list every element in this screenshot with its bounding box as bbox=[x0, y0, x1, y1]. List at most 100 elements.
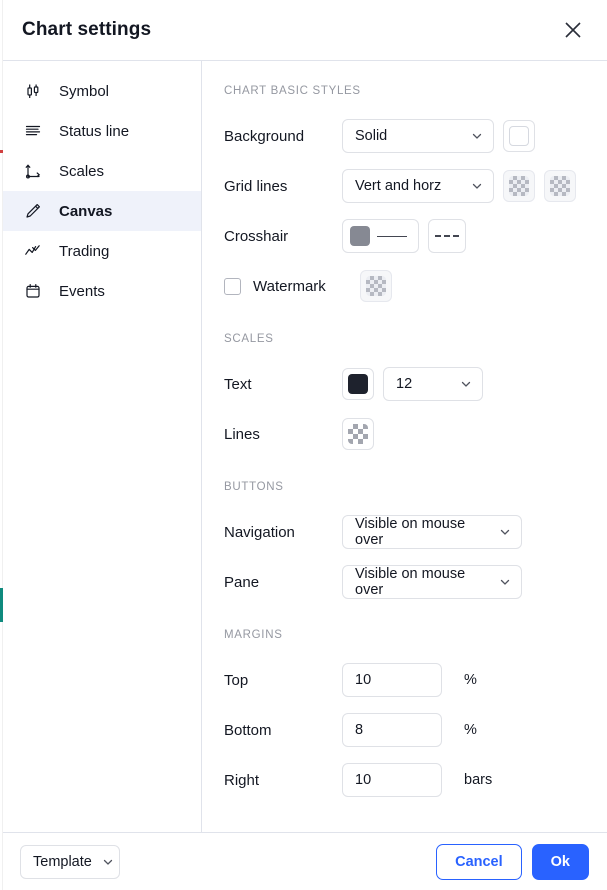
row-pane: Pane Visible on mouse over bbox=[224, 557, 587, 607]
crosshair-color-line-button[interactable] bbox=[342, 219, 419, 253]
sidebar-item-label: Symbol bbox=[59, 82, 110, 100]
row-background: Background Solid bbox=[224, 111, 587, 161]
scales-lines-label: Lines bbox=[224, 425, 260, 443]
margin-top-input[interactable] bbox=[342, 663, 442, 697]
crosshair-dash-style-button[interactable] bbox=[428, 219, 466, 253]
chevron-down-icon bbox=[471, 180, 483, 192]
color-preview bbox=[348, 374, 368, 394]
dialog-header: Chart settings bbox=[0, 0, 607, 60]
pane-visibility-value: Visible on mouse over bbox=[355, 566, 466, 598]
color-preview bbox=[509, 126, 529, 146]
row-navigation: Navigation Visible on mouse over bbox=[224, 507, 587, 557]
scales-text-size-select[interactable]: 12 bbox=[383, 367, 483, 401]
transparent-color-preview bbox=[366, 276, 386, 296]
scales-text-color-swatch[interactable] bbox=[342, 368, 374, 400]
margin-top-label: Top bbox=[224, 671, 249, 689]
ok-button[interactable]: Ok bbox=[531, 843, 589, 880]
background-label: Background bbox=[224, 127, 305, 145]
sidebar-item-status-line[interactable]: Status line bbox=[0, 111, 201, 151]
row-scales-lines: Lines bbox=[224, 409, 587, 459]
row-watermark: Watermark bbox=[224, 261, 587, 311]
sidebar-item-label: Events bbox=[59, 282, 105, 300]
crosshair-label: Crosshair bbox=[224, 227, 289, 245]
navigation-visibility-select[interactable]: Visible on mouse over bbox=[342, 515, 522, 549]
settings-content: Chart basic styles Background Solid bbox=[202, 61, 607, 832]
candlestick-icon bbox=[22, 80, 44, 102]
sidebar-item-canvas[interactable]: Canvas bbox=[0, 191, 201, 231]
close-button[interactable] bbox=[555, 12, 591, 48]
background-type-select[interactable]: Solid bbox=[342, 119, 494, 153]
background-type-value: Solid bbox=[355, 128, 388, 144]
transparent-color-preview bbox=[550, 176, 570, 196]
section-title-basic-styles: Chart basic styles bbox=[224, 85, 361, 97]
grid-lines-label: Grid lines bbox=[224, 177, 288, 195]
cancel-button[interactable]: Cancel bbox=[436, 843, 522, 880]
sidebar: Symbol Status line Scales Canvas Trading… bbox=[0, 61, 202, 832]
pencil-icon bbox=[22, 200, 44, 222]
row-margin-bottom: Bottom % bbox=[224, 705, 587, 755]
row-margin-top: Top % bbox=[224, 655, 587, 705]
transparent-color-preview bbox=[348, 424, 368, 444]
chevron-down-icon bbox=[460, 378, 472, 390]
chevron-down-icon bbox=[499, 576, 511, 588]
watermark-checkbox[interactable] bbox=[224, 277, 241, 295]
margin-bottom-input[interactable] bbox=[342, 713, 442, 747]
pane-visibility-select[interactable]: Visible on mouse over bbox=[342, 565, 522, 599]
scales-lines-color-swatch[interactable] bbox=[342, 418, 374, 450]
margin-right-label: Right bbox=[224, 771, 260, 789]
calendar-icon bbox=[22, 280, 44, 302]
margin-bottom-unit: % bbox=[464, 722, 477, 738]
sidebar-item-label: Trading bbox=[59, 242, 110, 260]
page-bleed-marker-2 bbox=[0, 150, 3, 153]
background-color-swatch[interactable] bbox=[503, 120, 535, 152]
sidebar-item-label: Canvas bbox=[59, 202, 113, 220]
chart-settings-dialog: Chart settings Symbol Status line Scales… bbox=[0, 0, 607, 890]
status-line-icon bbox=[22, 120, 44, 142]
template-dropdown[interactable]: Template bbox=[20, 844, 120, 879]
grid-lines-horz-color-swatch[interactable] bbox=[544, 170, 576, 202]
grid-lines-vert-color-swatch[interactable] bbox=[503, 170, 535, 202]
row-margin-right: Right bars bbox=[224, 755, 587, 805]
section-title-margins: Margins bbox=[224, 629, 283, 641]
row-crosshair: Crosshair bbox=[224, 211, 587, 261]
margin-bottom-label: Bottom bbox=[224, 721, 272, 739]
margin-top-unit: % bbox=[464, 672, 477, 688]
chevron-down-icon bbox=[102, 856, 114, 868]
navigation-visibility-value: Visible on mouse over bbox=[355, 516, 466, 548]
chevron-down-icon bbox=[499, 526, 511, 538]
sidebar-item-events[interactable]: Events bbox=[0, 271, 201, 311]
page-bleed-marker bbox=[0, 588, 3, 622]
transparent-color-preview bbox=[509, 176, 529, 196]
navigation-label: Navigation bbox=[224, 523, 295, 541]
sidebar-item-label: Status line bbox=[59, 122, 130, 140]
trading-icon bbox=[22, 240, 44, 262]
line-style-preview bbox=[377, 235, 407, 237]
axes-icon bbox=[22, 160, 44, 182]
scales-text-label: Text bbox=[224, 375, 252, 393]
grid-lines-type-value: Vert and horz bbox=[355, 178, 442, 194]
section-title-buttons: Buttons bbox=[224, 481, 284, 493]
template-label: Template bbox=[33, 853, 92, 870]
sidebar-item-symbol[interactable]: Symbol bbox=[0, 71, 201, 111]
margin-right-unit: bars bbox=[464, 772, 493, 788]
row-scales-text: Text 12 bbox=[224, 359, 587, 409]
watermark-label: Watermark bbox=[253, 277, 326, 295]
dialog-footer: Template Cancel Ok bbox=[0, 832, 607, 890]
pane-label: Pane bbox=[224, 573, 260, 591]
chevron-down-icon bbox=[471, 130, 483, 142]
close-icon bbox=[565, 22, 581, 38]
dialog-body: Symbol Status line Scales Canvas Trading… bbox=[0, 60, 607, 832]
sidebar-item-label: Scales bbox=[59, 162, 105, 180]
row-grid-lines: Grid lines Vert and horz bbox=[224, 161, 587, 211]
sidebar-item-scales[interactable]: Scales bbox=[0, 151, 201, 191]
page-title: Chart settings bbox=[22, 19, 152, 40]
margin-right-input[interactable] bbox=[342, 763, 442, 797]
grid-lines-type-select[interactable]: Vert and horz bbox=[342, 169, 494, 203]
section-title-scales: Scales bbox=[224, 333, 274, 345]
watermark-color-swatch[interactable] bbox=[360, 270, 392, 302]
page-bleed bbox=[0, 0, 3, 890]
color-preview bbox=[350, 226, 370, 246]
dashed-line-icon bbox=[435, 235, 459, 237]
scales-text-size-value: 12 bbox=[396, 376, 413, 392]
sidebar-item-trading[interactable]: Trading bbox=[0, 231, 201, 271]
